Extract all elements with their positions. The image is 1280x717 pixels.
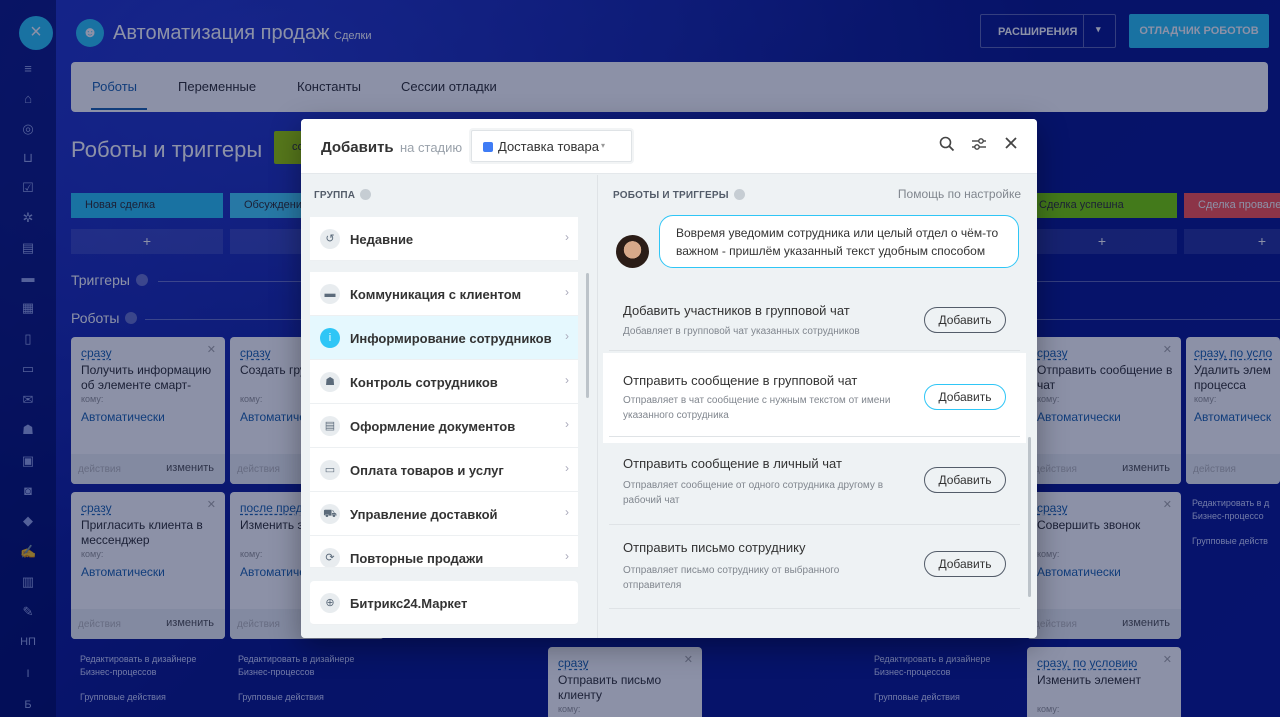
robot-item[interactable]: Отправить сообщение в личный чат Отправл… xyxy=(609,445,1020,525)
robot-item-title: Отправить сообщение в личный чат xyxy=(623,456,842,471)
stage-select-value: Доставка товара xyxy=(498,139,599,154)
chevron-right-icon: › xyxy=(565,505,569,519)
group-item-employee-info[interactable]: i Информирование сотрудников › xyxy=(310,316,578,360)
chevron-right-icon: › xyxy=(565,329,569,343)
dialog-header: Добавить на стадию Доставка товара ▾ xyxy=(301,119,1037,174)
help-icon[interactable] xyxy=(360,189,372,200)
group-item-repeat-sales[interactable]: ⟳ Повторные продажи › xyxy=(310,536,578,568)
robot-item-title: Отправить письмо сотруднику xyxy=(623,540,806,555)
robots-header-label: РОБОТЫ И ТРИГГЕРЫ xyxy=(613,190,729,201)
group-item-delivery[interactable]: ⛟ Управление доставкой › xyxy=(310,492,578,536)
group-item-recent[interactable]: ↺ Недавние › xyxy=(310,217,578,261)
robot-item[interactable]: Отправить письмо сотруднику Отправляет п… xyxy=(609,527,1020,609)
chevron-right-icon: › xyxy=(565,417,569,431)
scrollbar[interactable] xyxy=(1028,437,1031,597)
group-item-documents[interactable]: ▤ Оформление документов › xyxy=(310,404,578,448)
scrollbar[interactable] xyxy=(586,273,589,398)
chat-icon: ▬ xyxy=(320,284,340,304)
group-item-label: Битрикс24.Маркет xyxy=(350,596,468,611)
robot-item-description: Отправляет сообщение от одного сотрудник… xyxy=(623,480,884,506)
add-button[interactable]: Добавить xyxy=(924,384,1006,410)
robot-item-title: Отправить сообщение в групповой чат xyxy=(623,373,858,388)
group-item-label: Повторные продажи xyxy=(350,551,484,566)
stage-color-swatch xyxy=(483,142,493,152)
robot-item[interactable]: Добавить участников в групповой чат Доба… xyxy=(609,287,1020,351)
group-item-label: Оплата товаров и услуг xyxy=(350,463,504,478)
search-icon[interactable] xyxy=(939,136,955,157)
add-button[interactable]: Добавить xyxy=(924,307,1006,333)
close-icon[interactable] xyxy=(1004,136,1018,155)
group-item-client-communication[interactable]: ▬ Коммуникация с клиентом › xyxy=(310,272,578,316)
stage-select[interactable]: Доставка товара ▾ xyxy=(471,130,632,162)
add-button[interactable]: Добавить xyxy=(924,551,1006,577)
group-item-market[interactable]: ⊕ Битрикс24.Маркет xyxy=(310,581,578,625)
group-item-label: Информирование сотрудников xyxy=(350,331,552,346)
help-link[interactable]: Помощь по настройке xyxy=(898,187,1021,201)
truck-icon: ⛟ xyxy=(320,504,340,524)
group-header-label: ГРУППА xyxy=(314,190,356,201)
robot-item-description: Отправляет в чат сообщение с нужным текс… xyxy=(623,395,891,421)
chevron-right-icon: › xyxy=(565,373,569,387)
wallet-icon: ▭ xyxy=(320,460,340,480)
chevron-right-icon: › xyxy=(565,285,569,299)
group-item-label: Управление доставкой xyxy=(350,507,498,522)
repeat-icon: ⟳ xyxy=(320,548,340,567)
chevron-right-icon: › xyxy=(565,461,569,475)
chevron-right-icon: › xyxy=(565,230,569,244)
dialog-title: Добавить xyxy=(321,139,394,156)
assistant-avatar xyxy=(616,235,649,268)
document-icon: ▤ xyxy=(320,416,340,436)
settings-sliders-icon[interactable] xyxy=(971,136,987,157)
robot-item xyxy=(609,611,1020,623)
group-item-employee-control[interactable]: ☗ Контроль сотрудников › xyxy=(310,360,578,404)
robot-item-title: Добавить участников в групповой чат xyxy=(623,303,850,318)
team-icon: ☗ xyxy=(320,372,340,392)
robot-item-description: Добавляет в групповой чат указанных сотр… xyxy=(623,326,860,337)
group-item-payments[interactable]: ▭ Оплата товаров и услуг › xyxy=(310,448,578,492)
info-icon: i xyxy=(320,328,340,348)
group-item-label: Недавние xyxy=(350,232,414,247)
market-icon: ⊕ xyxy=(320,593,340,613)
group-item-label: Контроль сотрудников xyxy=(350,375,498,390)
group-header: ГРУППА xyxy=(314,189,372,201)
help-icon[interactable] xyxy=(733,189,745,200)
add-button[interactable]: Добавить xyxy=(924,467,1006,493)
group-item-label: Коммуникация с клиентом xyxy=(350,287,522,302)
add-robot-dialog: Добавить на стадию Доставка товара ▾ ГРУ… xyxy=(301,119,1037,638)
stage-label: на стадию xyxy=(400,140,463,155)
group-panel: ГРУППА ↺ Недавние › ▬ Коммуникация с клиент… xyxy=(301,175,596,638)
history-icon: ↺ xyxy=(320,229,340,249)
chevron-right-icon: › xyxy=(565,549,569,563)
robot-item-description: Отправляет письмо сотруднику от выбранно… xyxy=(623,565,840,591)
robot-item[interactable]: Отправить сообщение в групповой чат Отпр… xyxy=(609,359,1020,437)
group-description-bubble: Вовремя уведомим сотрудника или целый от… xyxy=(659,215,1019,268)
robots-header: РОБОТЫ И ТРИГГЕРЫ xyxy=(613,189,745,201)
chevron-down-icon: ▾ xyxy=(601,141,606,150)
group-item-label: Оформление документов xyxy=(350,419,516,434)
